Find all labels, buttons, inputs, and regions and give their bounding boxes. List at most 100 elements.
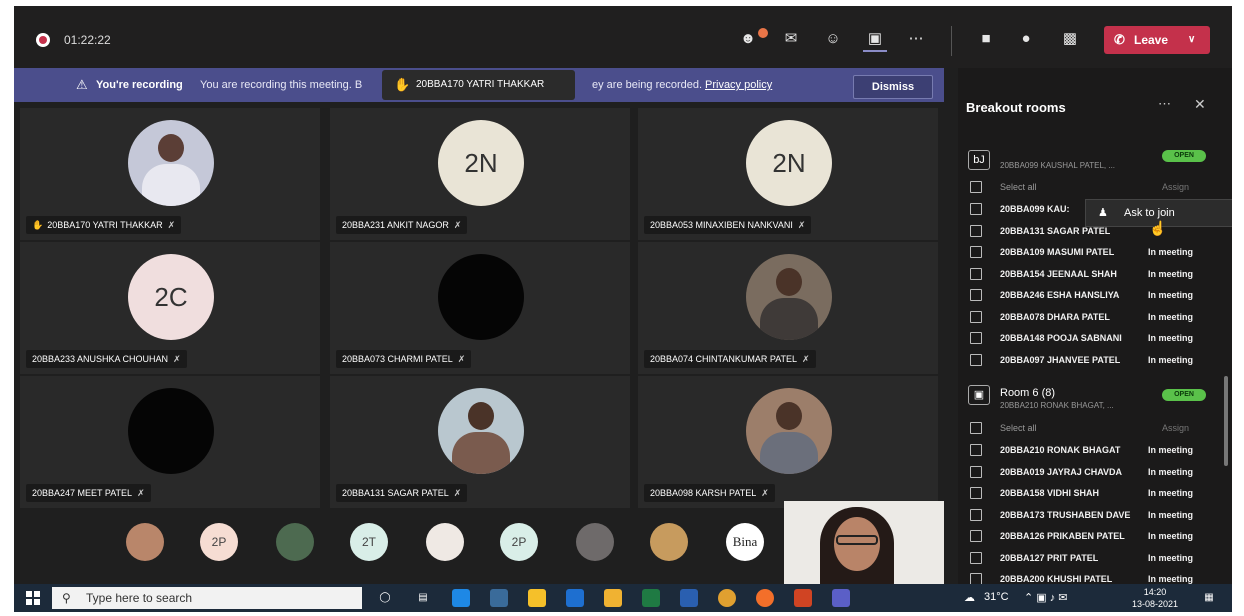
taskbar-search-box[interactable]: ⚲ Type here to search	[52, 587, 362, 609]
excel-icon[interactable]	[642, 589, 660, 607]
cortana-icon[interactable]: ◯	[376, 589, 394, 607]
avatar[interactable]	[276, 523, 314, 561]
avatar[interactable]	[126, 523, 164, 561]
member-row[interactable]: 20BBA173 TRUSHABEN DAVE In meeting	[966, 505, 1216, 525]
avatar[interactable]	[576, 523, 614, 561]
room-header[interactable]: bJ 20BBA099 KAUSHAL PATEL, ... OPEN	[966, 146, 1216, 172]
reactions-icon[interactable]: ☺	[821, 28, 845, 50]
checkbox[interactable]	[970, 487, 982, 499]
select-all-row[interactable]: Select all Assign	[966, 418, 1216, 438]
participant-tile[interactable]: 2N 20BBA053 MINAXIBEN NANKVANI ✗	[638, 108, 938, 240]
member-row[interactable]: 20BBA148 POOJA SABNANI In meeting	[966, 328, 1216, 348]
mic-icon[interactable]: ●	[1014, 28, 1038, 50]
banner-text: You are recording this meeting. B	[200, 79, 363, 91]
checkbox[interactable]	[970, 530, 982, 542]
member-row[interactable]: 20BBA154 JEENAAL SHAH In meeting	[966, 264, 1216, 284]
checkbox[interactable]	[970, 181, 982, 193]
edge-icon[interactable]	[452, 589, 470, 607]
powerpoint-icon[interactable]	[794, 589, 812, 607]
firefox-icon[interactable]	[756, 589, 774, 607]
checkbox[interactable]	[970, 573, 982, 584]
chevron-down-icon[interactable]: ∨	[1188, 26, 1195, 54]
muted-mic-icon: ✗	[173, 354, 181, 364]
file-explorer-icon[interactable]	[604, 589, 622, 607]
camera-icon[interactable]: ■	[974, 28, 998, 50]
checkbox[interactable]	[970, 224, 982, 237]
checkbox[interactable]	[970, 444, 982, 456]
member-row[interactable]: 20BBA019 JAYRAJ CHAVDA In meeting	[966, 462, 1216, 482]
close-icon[interactable]: ✕	[1194, 96, 1206, 113]
store-icon[interactable]	[528, 589, 546, 607]
room-members-summary: 20BBA210 RONAK BHAGAT, ...	[1000, 401, 1114, 410]
participant-name-tag: 20BBA131 SAGAR PATEL ✗	[336, 484, 468, 502]
participants-icon[interactable]: ☻	[736, 28, 760, 50]
checkbox[interactable]	[970, 332, 982, 344]
room-icon: bJ	[968, 150, 990, 170]
assign-label[interactable]: Assign	[1162, 177, 1189, 197]
checkbox[interactable]	[970, 551, 982, 564]
member-row[interactable]: 20BBA200 KHUSHI PATEL In meeting	[966, 569, 1216, 584]
notifications-icon[interactable]: ▦	[1200, 589, 1218, 607]
checkbox[interactable]	[970, 246, 982, 258]
select-all-row[interactable]: Select all Assign	[966, 177, 1216, 197]
task-view-icon[interactable]: ▤	[414, 589, 432, 607]
member-row[interactable]: 20BBA246 ESHA HANSLIYA In meeting	[966, 285, 1216, 305]
avatar[interactable]	[650, 523, 688, 561]
assign-label[interactable]: Assign	[1162, 418, 1189, 438]
status-badge: OPEN	[1162, 150, 1206, 162]
checkbox[interactable]	[970, 289, 982, 301]
system-tray-icons[interactable]: ⌃ ▣ ♪ ✉	[1024, 591, 1068, 604]
checkbox[interactable]	[970, 310, 982, 323]
member-row[interactable]: 20BBA097 JHANVEE PATEL In meeting	[966, 350, 1216, 370]
teams-icon[interactable]	[832, 589, 850, 607]
checkbox[interactable]	[970, 422, 982, 434]
windows-start-icon[interactable]	[26, 591, 40, 605]
room-header[interactable]: ▣ Room 6 (8) 20BBA210 RONAK BHAGAT, ... …	[966, 381, 1216, 411]
participant-tile[interactable]: 20BBA131 SAGAR PATEL ✗	[330, 376, 630, 508]
member-row[interactable]: 20BBA109 MASUMI PATEL In meeting	[966, 242, 1216, 262]
temperature[interactable]: 31°C	[984, 591, 1009, 603]
member-name: 20BBA099 KAU:	[1000, 204, 1070, 214]
weather-icon[interactable]: ☁	[964, 591, 975, 604]
dismiss-button[interactable]: Dismiss	[853, 75, 933, 99]
raised-hand-notification: ✋ 20BBA170 YATRI THAKKAR	[382, 70, 575, 100]
participant-tile[interactable]: 2C 20BBA233 ANUSHKA CHOUHAN ✗	[20, 242, 320, 374]
participant-tile[interactable]: 20BBA073 CHARMI PATEL ✗	[330, 242, 630, 374]
chat-icon[interactable]: ✉	[779, 28, 803, 50]
member-row[interactable]: 20BBA210 RONAK BHAGAT In meeting	[966, 440, 1216, 460]
checkbox[interactable]	[970, 267, 982, 280]
chrome-icon[interactable]	[718, 589, 736, 607]
avatar[interactable]	[426, 523, 464, 561]
participant-tile[interactable]: 20BBA098 KARSH PATEL ✗	[638, 376, 938, 508]
share-icon[interactable]: ▩	[1058, 28, 1082, 50]
checkbox[interactable]	[970, 508, 982, 521]
privacy-policy-link[interactable]: Privacy policy	[705, 79, 772, 91]
checkbox[interactable]	[970, 353, 982, 366]
participant-tile[interactable]: 2N 20BBA231 ANKIT NAGOR ✗	[330, 108, 630, 240]
member-row[interactable]: 20BBA126 PRIKABEN PATEL In meeting	[966, 526, 1216, 546]
participant-tile[interactable]: 20BBA247 MEET PATEL ✗	[20, 376, 320, 508]
participant-tile[interactable]: ✋ 20BBA170 YATRI THAKKAR ✗	[20, 108, 320, 240]
avatar[interactable]: 2P	[200, 523, 238, 561]
more-options-icon[interactable]: ⋯	[1158, 96, 1171, 112]
member-row[interactable]: 20BBA158 VIDHI SHAH In meeting	[966, 483, 1216, 503]
member-status: In meeting	[1148, 354, 1194, 365]
word-icon[interactable]	[680, 589, 698, 607]
app-icon[interactable]	[490, 589, 508, 607]
participant-name: 20BBA131 SAGAR PATEL	[342, 488, 449, 498]
checkbox[interactable]	[970, 465, 982, 478]
mail-icon[interactable]	[566, 589, 584, 607]
avatar[interactable]: 2P	[500, 523, 538, 561]
member-row[interactable]: 20BBA127 PRIT PATEL In meeting	[966, 548, 1216, 568]
avatar[interactable]: 2T	[350, 523, 388, 561]
avatar[interactable]: Bina	[726, 523, 764, 561]
self-view-video[interactable]	[784, 501, 944, 584]
taskbar-clock[interactable]: 14:20 13-08-2021	[1132, 586, 1178, 610]
leave-button[interactable]: ✆ Leave ∨	[1104, 26, 1210, 54]
member-row[interactable]: 20BBA078 DHARA PATEL In meeting	[966, 307, 1216, 327]
participant-tile[interactable]: 20BBA074 CHINTANKUMAR PATEL ✗	[638, 242, 938, 374]
checkbox[interactable]	[970, 203, 982, 215]
more-icon[interactable]: ⋯	[904, 28, 928, 50]
breakout-rooms-icon[interactable]: ▣	[863, 28, 887, 52]
scrollbar[interactable]	[1224, 376, 1228, 466]
